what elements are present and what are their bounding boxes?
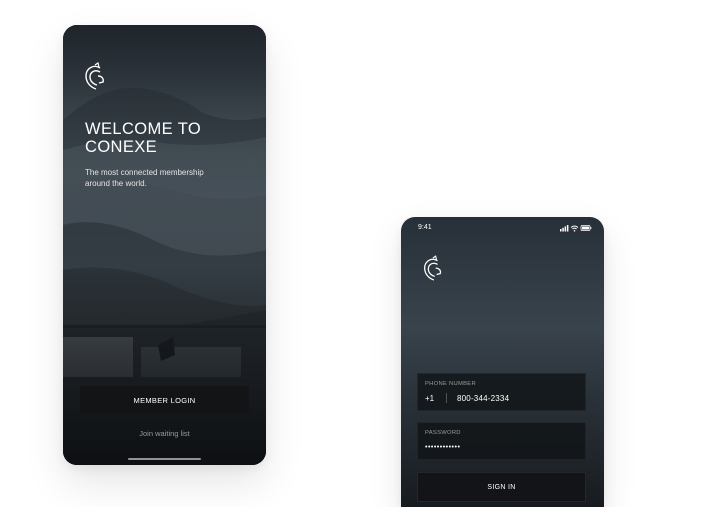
horse-head-logo-icon — [85, 62, 104, 90]
home-indicator[interactable] — [128, 458, 201, 460]
phone-number-input[interactable]: 800-344-2334 — [457, 394, 509, 403]
phone-number-field[interactable]: PHONE NUMBER +1 800-344-2334 — [417, 373, 586, 411]
status-time: 9:41 — [418, 224, 432, 231]
wifi-icon — [570, 225, 579, 232]
signin-screen: 9:41 PHONE NUMBER +1 800-344-2334 PASSWO… — [401, 217, 604, 507]
horse-head-logo-icon — [424, 255, 442, 281]
join-waiting-list-link[interactable]: Join waiting list — [63, 429, 266, 438]
member-login-button[interactable]: MEMBER LOGIN — [80, 386, 249, 414]
password-field[interactable]: PASSWORD •••••••••••• — [417, 422, 586, 460]
welcome-screen: WELCOME TO CONEXE The most connected mem… — [63, 25, 266, 465]
password-label: PASSWORD — [425, 430, 461, 436]
password-input[interactable]: •••••••••••• — [425, 444, 460, 451]
battery-icon — [580, 225, 592, 231]
welcome-subtitle: The most connected membership around the… — [85, 168, 204, 188]
country-code[interactable]: +1 — [425, 394, 434, 403]
field-divider — [446, 393, 447, 403]
signal-icon — [560, 225, 569, 232]
sign-in-button[interactable]: SIGN IN — [417, 472, 586, 502]
welcome-title: WELCOME TO CONEXE — [85, 120, 202, 156]
status-bar-icons — [560, 225, 592, 232]
phone-number-label: PHONE NUMBER — [425, 381, 476, 387]
